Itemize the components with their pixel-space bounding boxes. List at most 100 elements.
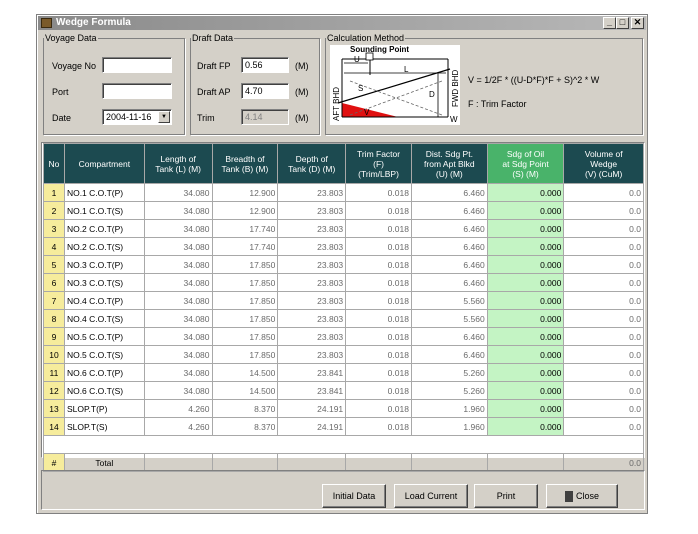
draft-fp-input[interactable]: 0.56 [241,57,289,73]
breadth-cell: 17.850 [211,273,279,292]
depth-cell: 23.803 [277,345,347,364]
chevron-down-icon[interactable]: ▼ [158,111,170,123]
fwd-bhd-text: FWD BHD [451,69,460,107]
column-header-text: Volume of [584,148,623,159]
depth-cell: 23.803 [277,219,347,238]
compartment-cell: SLOP.T(S) [63,417,145,436]
sdg-oil-cell[interactable]: 0.000 [486,219,565,238]
column-header-text: Wedge [590,158,618,169]
compartment-cell: NO.1 C.O.T(S) [63,201,145,220]
breadth-cell: 17.850 [211,309,279,328]
port-input[interactable] [102,83,172,99]
sdg-oil-cell[interactable]: 0.000 [486,273,565,292]
draft-ap-label: Draft AP [197,87,231,97]
d-label-text: D [429,90,435,99]
title-bar[interactable]: Wedge Formula _ □ ✕ [38,16,646,30]
length-cell: 34.080 [143,291,213,310]
compartment-cell: NO.6 C.O.T(P) [63,363,145,382]
table-row[interactable]: 6 NO.3 C.O.T(S) 34.080 17.850 23.803 0.018 6.4… [43,273,644,292]
minimize-button[interactable]: _ [603,17,616,29]
table-row[interactable]: 12 NO.6 C.O.T(S) 34.080 14.500 23.841 0.018 5.… [43,381,644,400]
table-row[interactable]: 14 SLOP.T(S) 4.260 8.370 24.191 0.018 1.960 0.0… [43,417,644,436]
table-row[interactable]: 2 NO.1 C.O.T(S) 34.080 12.900 23.803 0.018 6.4… [43,201,644,220]
total-volume-cell: 0.0 [563,453,644,472]
column-header-text: (V) (CuM) [585,168,623,179]
sdg-oil-cell[interactable]: 0.000 [486,327,565,346]
volume-cell: 0.0 [563,363,644,382]
sdg-oil-cell[interactable]: 0.000 [486,345,565,364]
trim-unit: (M) [295,113,309,123]
depth-cell: 23.803 [277,327,347,346]
dist-sdg-cell: 1.960 [410,417,488,436]
trim-factor-cell: 0.018 [345,363,412,382]
dist-sdg-cell: 6.460 [410,255,488,274]
load-current-button[interactable]: Load Current [394,484,468,508]
close-button[interactable]: Close [546,484,618,508]
sdg-oil-cell[interactable]: 0.000 [486,183,565,202]
dist-sdg-cell: 5.260 [410,381,488,400]
table-row[interactable]: 10 NO.5 C.O.T(S) 34.080 17.850 23.803 0.018 6.… [43,345,644,364]
table-row[interactable]: 3 NO.2 C.O.T(P) 34.080 17.740 23.803 0.018 6.4… [43,219,644,238]
depth-cell: 23.803 [277,273,347,292]
sdg-oil-cell[interactable]: 0.000 [486,309,565,328]
length-cell: 4.260 [143,399,213,418]
row-no-cell: 6 [43,273,65,292]
breadth-cell: 14.500 [211,363,279,382]
table-row[interactable]: 11 NO.6 C.O.T(P) 34.080 14.500 23.841 0.018 5.… [43,363,644,382]
table-row[interactable]: 7 NO.4 C.O.T(P) 34.080 17.850 23.803 0.018 5.5… [43,291,644,310]
date-label: Date [52,113,72,123]
table-row[interactable]: 13 SLOP.T(P) 4.260 8.370 24.191 0.018 1.960 0.0… [43,399,644,418]
trim-factor-cell: 0.018 [345,201,412,220]
table-row[interactable]: 4 NO.2 C.O.T(S) 34.080 17.740 23.803 0.018 6.4… [43,237,644,256]
sdg-oil-cell[interactable]: 0.000 [486,417,565,436]
sdg-oil-cell[interactable]: 0.000 [486,291,565,310]
sdg-oil-cell[interactable]: 0.000 [486,237,565,256]
total-label-cell: Total [63,453,145,472]
draft-data-group: Draft Data Draft FP 0.56 (M) Draft AP 4.… [190,33,320,135]
window-title: Wedge Formula [56,17,131,28]
sdg-oil-cell[interactable]: 0.000 [486,255,565,274]
sdg-oil-cell[interactable]: 0.000 [486,381,565,400]
sdg-oil-cell[interactable]: 0.000 [486,363,565,382]
column-header-text: Dist. Sdg Pt. [425,148,473,159]
sdg-oil-cell[interactable]: 0.000 [486,399,565,418]
depth-cell: 23.803 [277,183,347,202]
breadth-cell: 14.500 [211,381,279,400]
volume-cell: 0.0 [563,237,644,256]
compartment-cell: NO.3 C.O.T(S) [63,273,145,292]
draft-ap-unit: (M) [295,87,309,97]
trim-label: Trim [197,113,215,123]
wedge-table: No Compartment Length of Tank (L) (M) Breadt… [43,143,644,472]
row-no-cell: 11 [43,363,65,382]
column-header-text: (U) (M) [435,168,463,179]
volume-cell: 0.0 [563,183,644,202]
date-select[interactable]: 2004-11-16 ▼ [102,109,172,125]
s-label-text: S [358,84,363,93]
breadth-cell: 17.740 [211,219,279,238]
column-header-text: (Trim/LBP) [358,168,399,179]
table-row[interactable]: 8 NO.4 C.O.T(S) 34.080 17.850 23.803 0.018 5.5… [43,309,644,328]
draft-fp-label: Draft FP [197,61,231,71]
column-header: Breadth of Tank (B) (M) [211,143,279,184]
voyage-no-input[interactable] [102,57,172,73]
column-header-text: at Sdg Point [502,158,549,169]
print-button[interactable]: Print [474,484,538,508]
table-header-row: No Compartment Length of Tank (L) (M) Breadt… [43,143,644,184]
trim-factor-cell: 0.018 [345,291,412,310]
trim-factor-cell: 0.018 [345,327,412,346]
length-cell: 34.080 [143,201,213,220]
initial-data-button[interactable]: Initial Data [322,484,386,508]
dist-sdg-cell: 6.460 [410,327,488,346]
compartment-cell: NO.5 C.O.T(S) [63,345,145,364]
table-row[interactable]: 9 NO.5 C.O.T(P) 34.080 17.850 23.803 0.018 6.4… [43,327,644,346]
close-window-button[interactable]: ✕ [631,17,644,29]
compartment-cell: NO.2 C.O.T(P) [63,219,145,238]
depth-cell: 23.841 [277,363,347,382]
sdg-oil-cell[interactable]: 0.000 [486,201,565,220]
trim-factor-cell: 0.018 [345,183,412,202]
table-row[interactable]: 5 NO.3 C.O.T(P) 34.080 17.850 23.803 0.018 6.4… [43,255,644,274]
draft-ap-input[interactable]: 4.70 [241,83,289,99]
table-row[interactable]: 1 NO.1 C.O.T(P) 34.080 12.900 23.803 0.018 6.4… [43,183,644,202]
maximize-button[interactable]: □ [616,17,629,29]
dist-sdg-cell: 5.560 [410,309,488,328]
